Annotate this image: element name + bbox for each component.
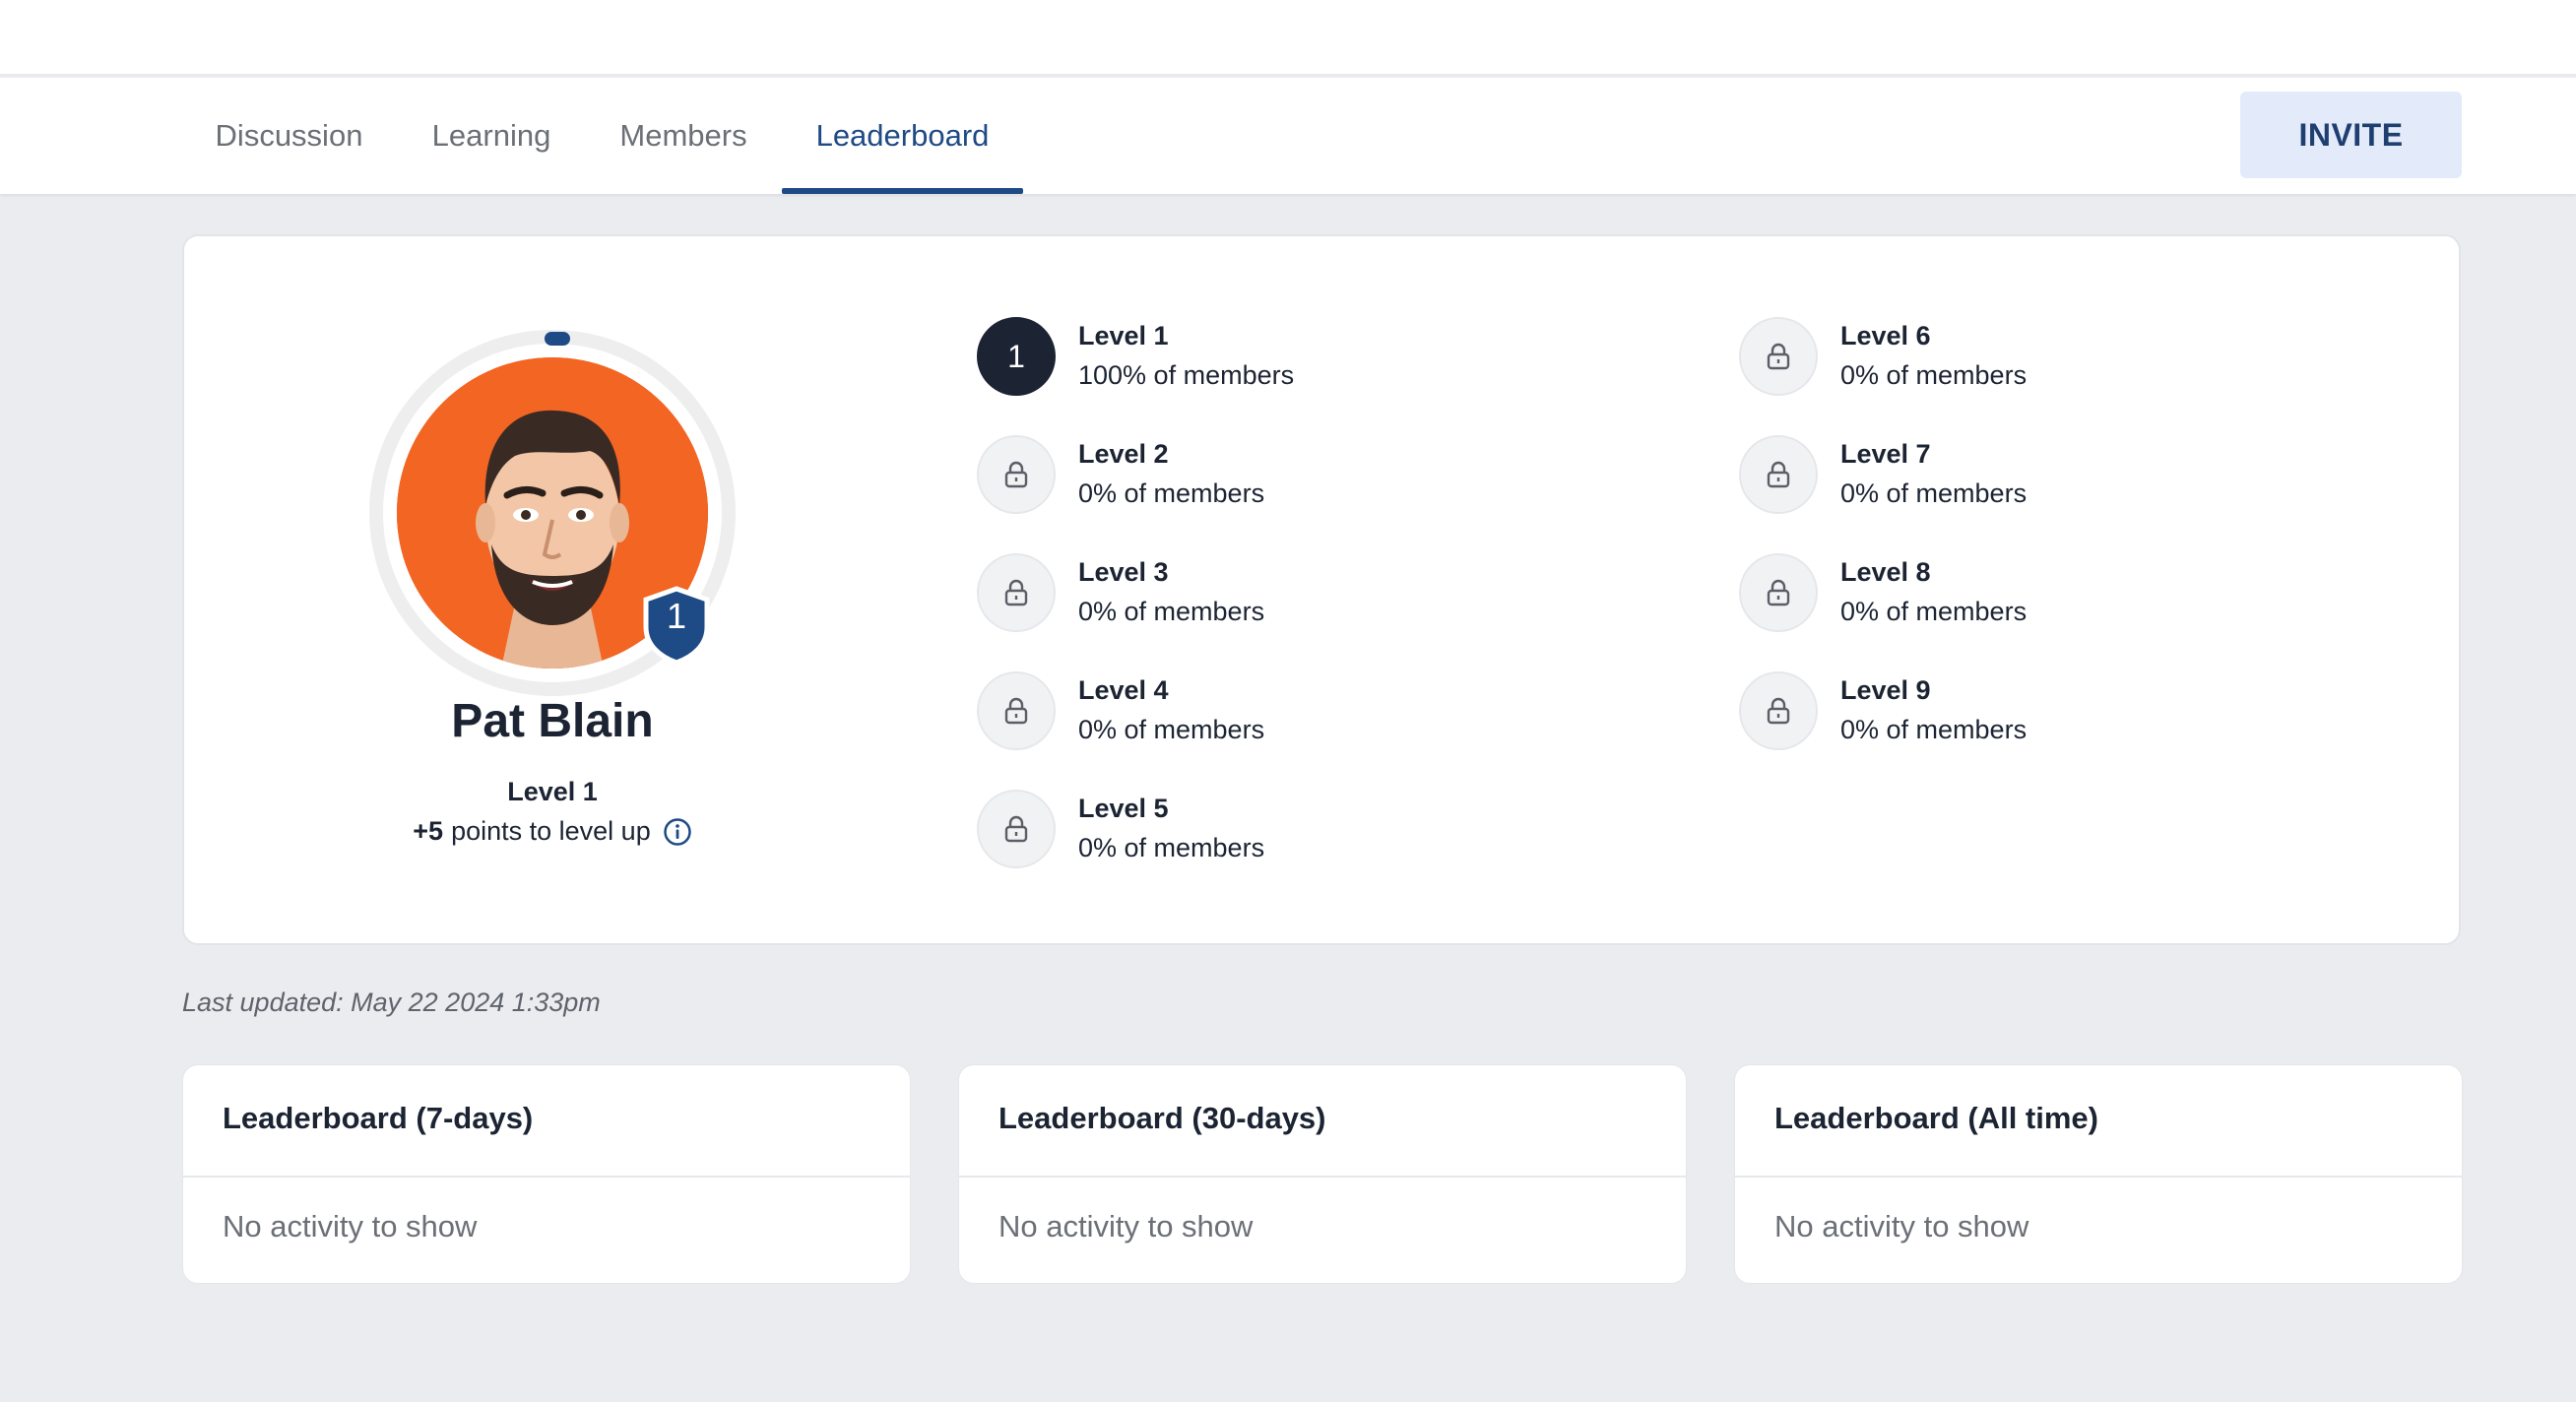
profile-name: Pat Blain [451, 695, 654, 747]
level-name: Level 5 [1078, 794, 1169, 823]
level-lock-circle [1739, 435, 1818, 514]
level-name: Level 2 [1078, 439, 1169, 469]
empty-state-text: No activity to show [223, 1209, 478, 1243]
divider [959, 1176, 1686, 1178]
level-name: Level 1 [1078, 321, 1169, 350]
tab-discussion[interactable]: Discussion [213, 78, 365, 194]
lock-icon [1004, 697, 1028, 725]
level-item: 1 Level 1 100% of members [977, 317, 1568, 396]
leaderboard-title: Leaderboard (All time) [1774, 1101, 2098, 1135]
info-icon[interactable] [663, 817, 692, 847]
divider [183, 1176, 910, 1178]
profile-level-card: 1 Pat Blain Level 1 +5 points to level u… [182, 234, 2461, 945]
level-lock-circle [1739, 553, 1818, 632]
lock-icon [1004, 815, 1028, 843]
level-members-percent: 0% of members [1078, 833, 1265, 862]
level-members-percent: 100% of members [1078, 360, 1295, 390]
level-name: Level 7 [1840, 439, 1931, 469]
level-name: Level 8 [1840, 557, 1931, 587]
last-updated-text: Last updated: May 22 2024 1:33pm [182, 988, 601, 1017]
level-item: Level 9 0% of members [1739, 671, 2330, 750]
leaderboard-7-days-card: Leaderboard (7-days) No activity to show [182, 1064, 911, 1284]
lock-icon [1767, 697, 1790, 725]
empty-state-text: No activity to show [998, 1209, 1254, 1243]
lock-icon [1004, 461, 1028, 488]
lock-icon [1767, 461, 1790, 488]
level-name: Level 9 [1840, 675, 1931, 705]
level-item: Level 3 0% of members [977, 553, 1568, 632]
leaderboard-all-time-card: Leaderboard (All time) No activity to sh… [1734, 1064, 2463, 1284]
points-label: points to level up [451, 816, 651, 846]
leaderboard-30-days-card: Leaderboard (30-days) No activity to sho… [958, 1064, 1687, 1284]
level-badge: 1 [642, 586, 711, 665]
level-lock-circle [977, 790, 1056, 868]
tab-members[interactable]: Members [614, 78, 752, 194]
profile-level: Level 1 [507, 777, 598, 806]
top-bar [0, 0, 2576, 76]
leaderboard-title: Leaderboard (30-days) [998, 1101, 1326, 1135]
level-number-circle: 1 [977, 317, 1056, 396]
level-members-percent: 0% of members [1840, 597, 2028, 626]
level-item: Level 5 0% of members [977, 790, 1568, 868]
lock-icon [1767, 579, 1790, 606]
level-lock-circle [977, 553, 1056, 632]
group-tab-bar: Discussion Learning Members Leaderboard … [0, 78, 2576, 194]
level-members-percent: 0% of members [1078, 715, 1265, 744]
level-name: Level 4 [1078, 675, 1169, 705]
empty-state-text: No activity to show [1774, 1209, 2029, 1243]
invite-button[interactable]: INVITE [2240, 92, 2462, 178]
level-item: Level 2 0% of members [977, 435, 1568, 514]
level-lock-circle [1739, 317, 1818, 396]
level-lock-circle [1739, 671, 1818, 750]
level-progress-indicator [545, 332, 570, 346]
leaderboard-title: Leaderboard (7-days) [223, 1101, 534, 1135]
level-name: Level 6 [1840, 321, 1931, 350]
level-item: Level 6 0% of members [1739, 317, 2330, 396]
level-item: Level 7 0% of members [1739, 435, 2330, 514]
level-members-percent: 0% of members [1840, 715, 2028, 744]
tab-leaderboard[interactable]: Leaderboard [782, 78, 1023, 194]
lock-icon [1767, 343, 1790, 370]
level-members-percent: 0% of members [1840, 360, 2028, 390]
level-item: Level 4 0% of members [977, 671, 1568, 750]
level-lock-circle [977, 671, 1056, 750]
level-members-percent: 0% of members [1078, 597, 1265, 626]
level-badge-number: 1 [666, 596, 687, 636]
level-name: Level 3 [1078, 557, 1169, 587]
level-lock-circle [977, 435, 1056, 514]
tab-learning[interactable]: Learning [427, 78, 555, 194]
points-to-level-up: +5 points to level up [283, 816, 822, 847]
level-members-percent: 0% of members [1078, 478, 1265, 508]
points-value: +5 [413, 816, 444, 846]
level-members-percent: 0% of members [1840, 478, 2028, 508]
level-item: Level 8 0% of members [1739, 553, 2330, 632]
divider [1735, 1176, 2462, 1178]
lock-icon [1004, 579, 1028, 606]
